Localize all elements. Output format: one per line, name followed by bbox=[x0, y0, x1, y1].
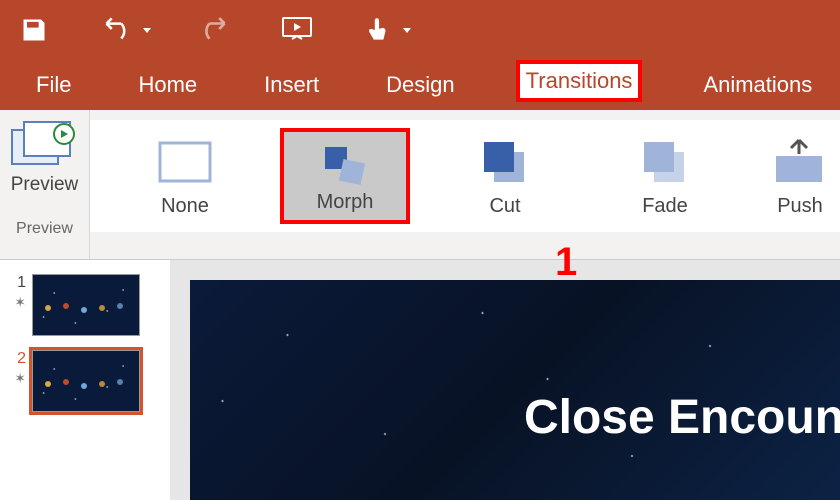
transition-label: Cut bbox=[489, 195, 520, 218]
transition-morph[interactable]: Morph bbox=[280, 128, 410, 224]
slideshow-start-icon bbox=[280, 15, 314, 45]
preview-group-title: Preview bbox=[16, 214, 73, 242]
none-icon bbox=[157, 134, 213, 190]
current-slide[interactable]: Close Encount bbox=[190, 280, 840, 500]
transition-label: Morph bbox=[317, 191, 374, 214]
ribbon-tabs: File Home Insert Design Transitions Anim… bbox=[0, 60, 840, 110]
thumbnail-slide-1[interactable] bbox=[32, 274, 140, 336]
preview-group: Preview Preview bbox=[0, 110, 90, 259]
chevron-down-icon bbox=[142, 25, 152, 35]
transition-fade[interactable]: Fade bbox=[600, 128, 730, 224]
transition-label: None bbox=[161, 195, 209, 218]
transitions-gallery: None Morph Cut bbox=[90, 120, 840, 232]
slide-editor[interactable]: Close Encount bbox=[170, 260, 840, 500]
thumbnail-row[interactable]: 1 ✶ bbox=[8, 274, 162, 336]
thumbnail-slide-2[interactable] bbox=[32, 350, 140, 412]
push-icon bbox=[772, 134, 828, 190]
redo-button[interactable] bbox=[202, 17, 230, 43]
tab-transitions[interactable]: Transitions bbox=[516, 60, 643, 102]
quick-access-toolbar bbox=[0, 0, 840, 60]
slide-thumbnails: 1 ✶ 2 ✶ bbox=[0, 260, 170, 500]
chevron-down-icon bbox=[402, 25, 412, 35]
annotation-1: 1 bbox=[555, 240, 577, 285]
save-button[interactable] bbox=[20, 16, 48, 44]
morph-icon bbox=[317, 138, 373, 191]
slide-title[interactable]: Close Encount bbox=[524, 390, 840, 445]
transition-push[interactable]: Push bbox=[760, 128, 840, 224]
thumbnail-row[interactable]: 2 ✶ bbox=[8, 350, 162, 412]
transition-label: Push bbox=[777, 195, 823, 218]
thumbnail-number: 2 bbox=[8, 350, 26, 368]
undo-icon bbox=[98, 17, 136, 43]
workspace: 1 ✶ 2 ✶ bbox=[0, 260, 840, 500]
tab-home[interactable]: Home bbox=[132, 68, 203, 102]
preview-label: Preview bbox=[11, 174, 79, 196]
transition-label: Fade bbox=[642, 195, 688, 218]
animation-star-icon: ✶ bbox=[8, 294, 26, 311]
undo-button[interactable] bbox=[98, 17, 152, 43]
preview-button[interactable] bbox=[10, 120, 80, 168]
touch-mode-icon bbox=[364, 15, 392, 45]
touch-mode-button[interactable] bbox=[364, 15, 412, 45]
cut-icon bbox=[478, 134, 532, 190]
tab-animations[interactable]: Animations bbox=[697, 68, 818, 102]
redo-icon bbox=[202, 17, 230, 43]
ribbon-body: Preview Preview None Morph bbox=[0, 110, 840, 260]
tab-insert[interactable]: Insert bbox=[258, 68, 325, 102]
preview-icon bbox=[10, 120, 80, 168]
thumbnail-number: 1 bbox=[8, 274, 26, 292]
start-slideshow-button[interactable] bbox=[280, 15, 314, 45]
save-icon bbox=[20, 16, 48, 44]
tab-design[interactable]: Design bbox=[380, 68, 460, 102]
fade-icon bbox=[638, 134, 692, 190]
transition-cut[interactable]: Cut bbox=[440, 128, 570, 224]
animation-star-icon: ✶ bbox=[8, 370, 26, 387]
tab-file[interactable]: File bbox=[30, 68, 77, 102]
transition-none[interactable]: None bbox=[120, 128, 250, 224]
